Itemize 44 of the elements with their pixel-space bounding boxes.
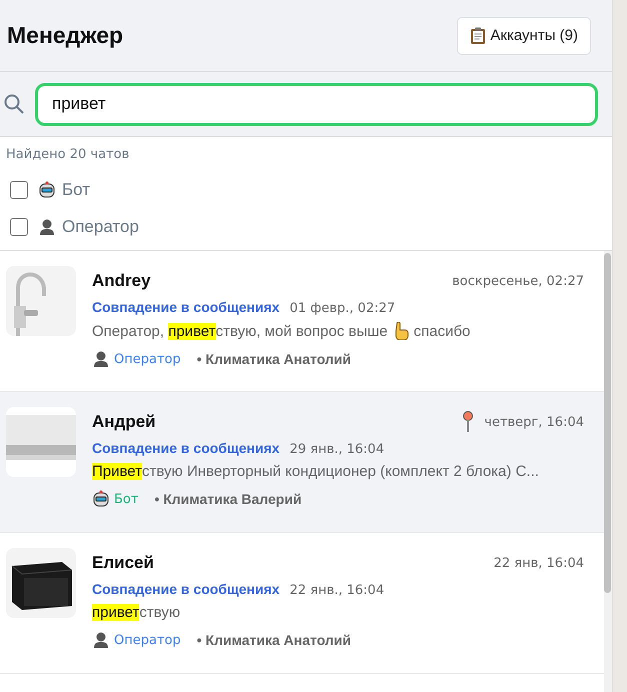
chat-time: воскресенье, 02:27	[452, 274, 584, 288]
pointing-hand-icon	[392, 322, 409, 340]
person-icon	[92, 350, 110, 368]
highlighted-match: Привет	[92, 463, 142, 480]
match-time: 29 янв., 16:04	[290, 442, 384, 457]
filter-label: Оператор	[62, 216, 139, 236]
results-count: Найдено 20 чатов	[6, 147, 130, 162]
clipboard-icon	[470, 26, 486, 44]
match-label: Совпадение в сообщениях	[92, 581, 280, 597]
sender-label: Оператор	[114, 352, 181, 366]
sender-label: Бот	[114, 492, 138, 506]
account-name: • Климатика Анатолий	[196, 351, 352, 367]
match-label: Совпадение в сообщениях	[92, 299, 280, 315]
checkbox[interactable]	[10, 218, 28, 236]
contact-name: Andrey	[92, 271, 151, 291]
scrollbar-thumb[interactable]	[604, 253, 611, 593]
search-field[interactable]: привет	[35, 82, 598, 126]
chat-item[interactable]: Андрей четверг, 16:04 Совпадение в сообщениях 29 янв., 16:04 Приветствую Инверторный кондиционер (комплект 2 блока) С... Бот • Климатика Валерий	[0, 392, 604, 533]
accounts-button[interactable]: Аккаунты (9)	[457, 16, 591, 54]
match-time: 22 янв., 16:04	[290, 583, 384, 598]
sender-label: Оператор	[114, 632, 181, 648]
message-text: Оператор,	[92, 322, 166, 340]
highlighted-match: привет	[168, 322, 216, 340]
person-icon	[38, 218, 56, 236]
match-time: 01 февр., 02:27	[290, 301, 396, 316]
chat-time: четверг, 16:04	[484, 414, 584, 430]
message-text: ствую, мой вопрос выше	[216, 322, 388, 340]
match-label: Совпадение в сообщениях	[92, 440, 280, 456]
page-title: Менеджер	[7, 22, 124, 49]
account-name: • Климатика Валерий	[154, 491, 302, 507]
search-icon	[3, 93, 25, 115]
account-name: • Климатика Анатолий	[196, 632, 352, 648]
person-icon	[92, 631, 110, 649]
message-text: ствую	[139, 604, 180, 621]
filter-label: Бот	[62, 180, 90, 200]
contact-name: Елисей	[92, 553, 154, 573]
contact-name: Андрей	[92, 412, 156, 432]
checkbox[interactable]	[10, 180, 28, 198]
message-text: спасибо	[414, 322, 470, 340]
message-text: ствую Инверторный кондиционер (комплект 2 блока) С...	[142, 463, 539, 480]
robot-icon	[92, 490, 110, 508]
chat-time: 22 янв, 16:04	[494, 556, 584, 570]
scrollbar[interactable]	[604, 251, 612, 692]
robot-icon	[38, 180, 56, 198]
